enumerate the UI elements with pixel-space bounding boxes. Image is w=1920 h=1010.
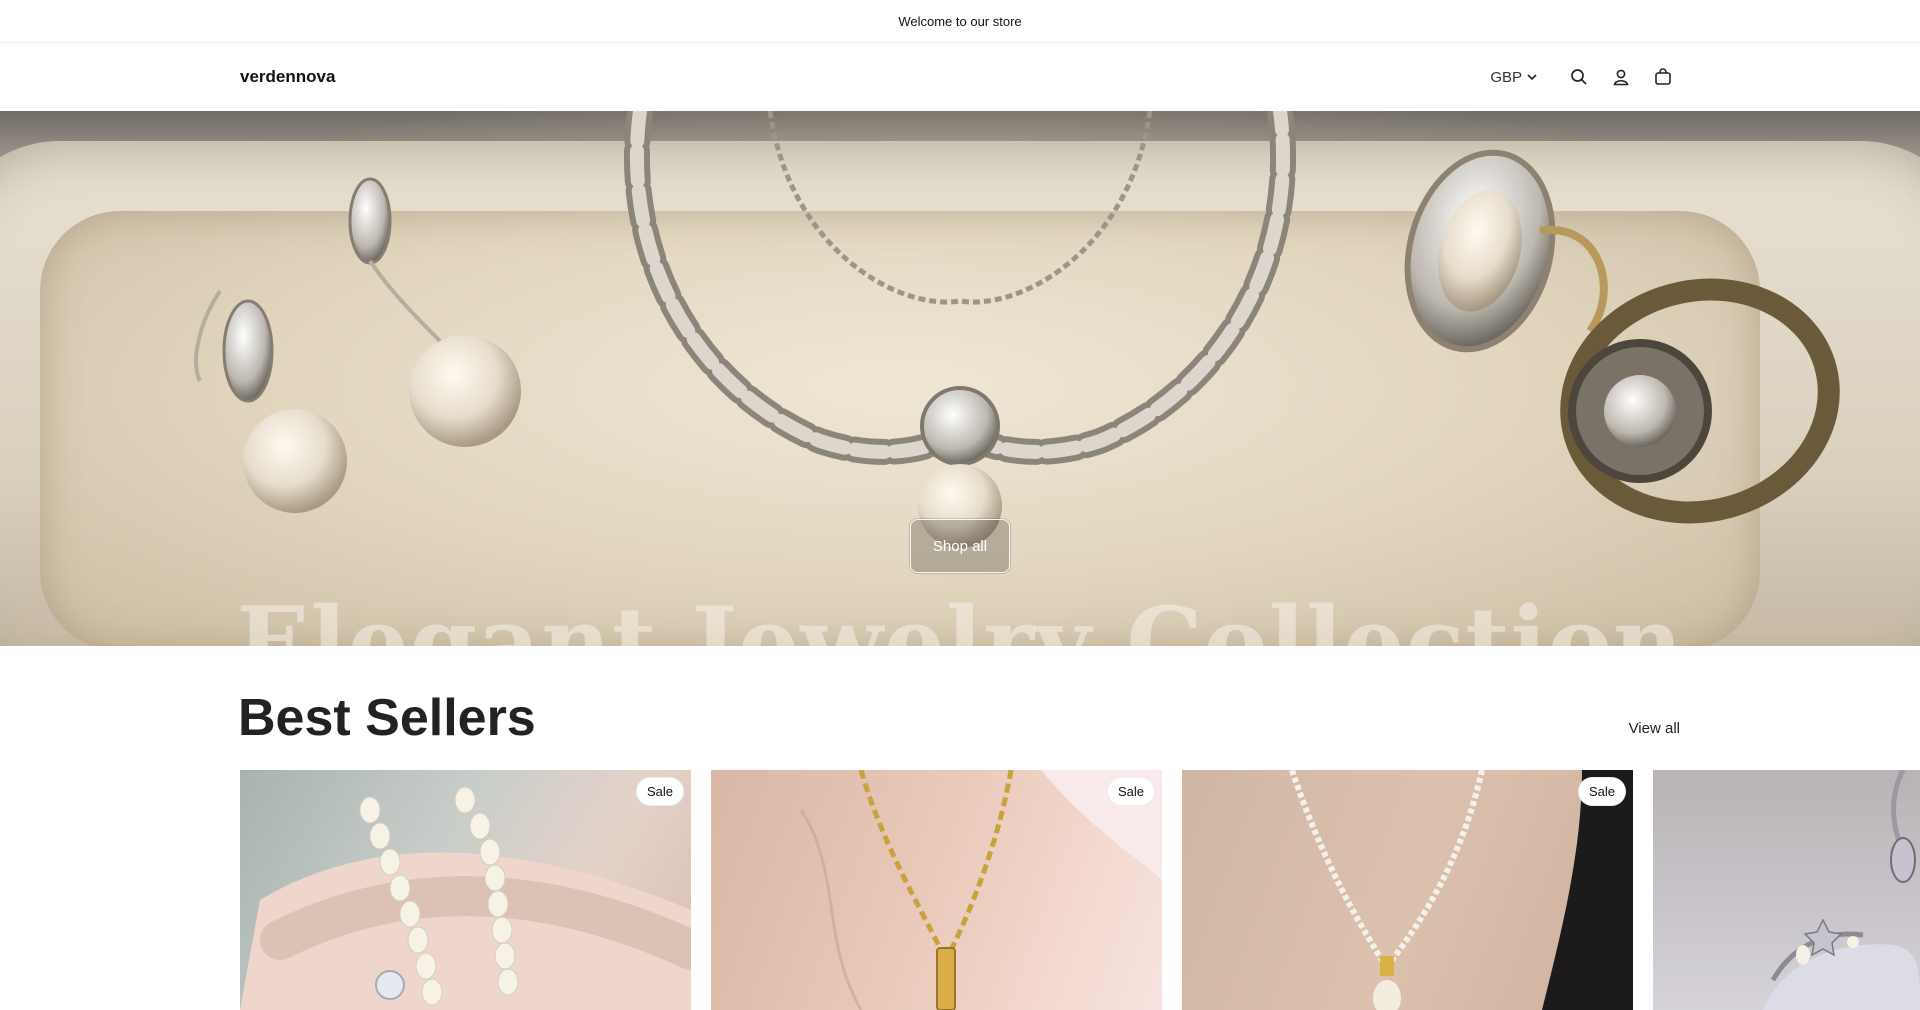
product-card[interactable]: Sale	[1182, 770, 1633, 1010]
sale-badge: Sale	[1578, 778, 1625, 805]
chevron-down-icon	[1527, 74, 1537, 81]
site-header: verdennova GBP	[0, 43, 1920, 112]
account-icon	[1613, 69, 1629, 86]
announcement-text: Welcome to our store	[898, 13, 1022, 29]
view-all-link[interactable]: View all	[1629, 720, 1680, 737]
product-image	[240, 786, 691, 1010]
search-button[interactable]	[1558, 56, 1600, 98]
shop-all-button[interactable]: Shop all	[910, 519, 1010, 573]
hero-banner: Elegant Jewelry Collection Shop all	[0, 111, 1920, 646]
search-icon	[1571, 69, 1587, 85]
cart-button[interactable]	[1642, 56, 1684, 98]
sale-badge: Sale	[636, 778, 683, 805]
account-button[interactable]	[1600, 56, 1642, 98]
product-card[interactable]: Sale	[711, 770, 1162, 1010]
product-card[interactable]	[1653, 770, 1920, 1010]
header-actions: GBP	[1490, 43, 1684, 111]
product-card[interactable]: Sale	[240, 770, 691, 1010]
cart-icon	[1655, 68, 1671, 85]
announcement-bar: Welcome to our store	[0, 0, 1920, 43]
currency-label: GBP	[1490, 68, 1522, 86]
product-image	[799, 770, 1162, 1010]
product-image	[1763, 770, 1920, 1010]
sale-badge: Sale	[1107, 778, 1154, 805]
product-image	[1289, 770, 1633, 1010]
section-title: Best Sellers	[238, 689, 536, 747]
hero-title: Elegant Jewelry Collection	[236, 586, 1684, 646]
currency-selector[interactable]: GBP	[1490, 69, 1538, 86]
store-logo[interactable]: verdennova	[240, 67, 335, 87]
